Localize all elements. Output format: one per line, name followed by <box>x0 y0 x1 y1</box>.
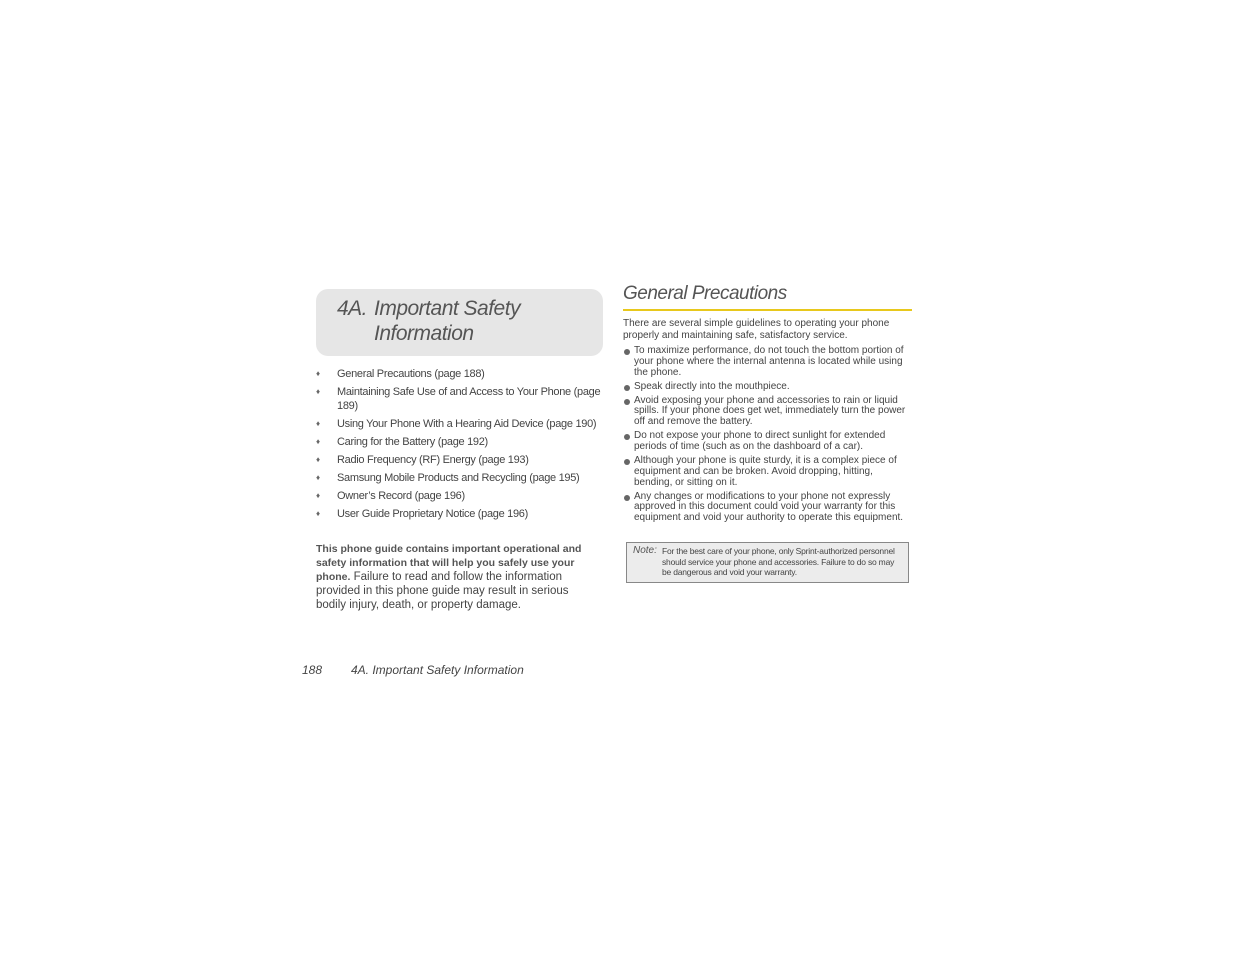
toc-item-label[interactable]: Using Your Phone With a Hearing Aid Devi… <box>337 418 597 430</box>
note-label: Note: <box>633 545 657 556</box>
chapter-title-line1: Important Safety <box>374 297 521 320</box>
section-title: General Precautions <box>623 283 787 304</box>
toc-item-label[interactable]: Radio Frequency (RF) Energy (page 193) <box>337 454 529 466</box>
list-item-text: Although your phone is quite sturdy, it … <box>634 454 897 488</box>
toc-item[interactable]: ♦ Radio Frequency (RF) Energy (page 193) <box>316 453 606 467</box>
chapter-title: 4A. Important Safety Information <box>337 296 521 346</box>
precautions-list: To maximize performance, do not touch th… <box>623 345 913 527</box>
diamond-bullet-icon: ♦ <box>316 455 320 464</box>
bullet-dot-icon <box>624 349 630 355</box>
list-item-text: Do not expose your phone to direct sunli… <box>634 430 886 452</box>
diamond-bullet-icon: ♦ <box>316 473 320 482</box>
bullet-dot-icon <box>624 458 630 465</box>
diamond-bullet-icon: ♦ <box>316 387 320 396</box>
bullet-dot-icon <box>624 398 630 405</box>
diamond-bullet-icon: ♦ <box>316 509 320 518</box>
diamond-bullet-icon: ♦ <box>316 419 320 428</box>
toc-item[interactable]: ♦ User Guide Proprietary Notice (page 196… <box>316 507 606 521</box>
list-item: To maximize performance, do not touch th… <box>623 345 913 378</box>
intro-normal-text: Failure to read and follow the informati… <box>316 570 569 611</box>
list-item-text: Any changes or modifications to your pho… <box>634 490 904 524</box>
diamond-bullet-icon: ♦ <box>316 369 320 378</box>
toc-item[interactable]: ♦ General Precautions (page 188) <box>316 367 606 381</box>
section-divider <box>623 309 912 311</box>
toc-item-label[interactable]: Samsung Mobile Products and Recycling (p… <box>337 472 580 484</box>
diamond-bullet-icon: ♦ <box>316 491 320 500</box>
note-box: Note: For the best care of your phone, o… <box>626 542 909 583</box>
list-item: Do not expose your phone to direct sunli… <box>623 430 913 453</box>
bullet-dot-icon <box>624 384 630 391</box>
list-item: Speak directly into the mouthpiece. <box>623 380 913 393</box>
toc-item[interactable]: ♦ Samsung Mobile Products and Recycling (… <box>316 471 606 485</box>
toc-item[interactable]: ♦ Maintaining Safe Use of and Access to Y… <box>316 385 606 413</box>
intro-paragraph: This phone guide contains important oper… <box>316 542 594 612</box>
page-number: 188 <box>302 663 323 677</box>
toc-item[interactable]: ♦ Using Your Phone With a Hearing Aid Dev… <box>316 417 606 431</box>
toc-item-label[interactable]: User Guide Proprietary Notice (page 196) <box>337 508 528 520</box>
list-item-text: Speak directly into the mouthpiece. <box>634 380 790 392</box>
footer-chapter-title: 4A. Important Safety Information <box>351 663 524 677</box>
list-item: Although your phone is quite sturdy, it … <box>623 454 913 488</box>
toc-item-label[interactable]: Owner’s Record (page 196) <box>337 490 465 502</box>
chapter-header-box: 4A. Important Safety Information <box>316 289 603 356</box>
diamond-bullet-icon: ♦ <box>316 437 320 446</box>
bullet-dot-icon <box>624 434 630 441</box>
toc-list: ♦ General Precautions (page 188) ♦ Maintai… <box>316 367 606 525</box>
chapter-title-line2: Information <box>374 322 474 345</box>
toc-item-label[interactable]: General Precautions (page 188) <box>337 368 485 380</box>
toc-item-label[interactable]: Maintaining Safe Use of and Access to Yo… <box>337 386 601 412</box>
list-item: Any changes or modifications to your pho… <box>623 490 913 524</box>
list-item-text: To maximize performance, do not touch th… <box>634 345 904 378</box>
note-text: For the best care of your phone, only Sp… <box>662 546 895 577</box>
bullet-dot-icon <box>624 494 630 501</box>
toc-item[interactable]: ♦ Owner’s Record (page 196) <box>316 489 606 503</box>
toc-item[interactable]: ♦ Caring for the Battery (page 192) <box>316 435 606 449</box>
list-item: Avoid exposing your phone and accessorie… <box>623 394 913 428</box>
chapter-number: 4A. <box>337 297 368 320</box>
section-intro: There are several simple guidelines to o… <box>623 318 890 341</box>
list-item-text: Avoid exposing your phone and accessorie… <box>634 394 906 428</box>
toc-item-label[interactable]: Caring for the Battery (page 192) <box>337 436 488 448</box>
